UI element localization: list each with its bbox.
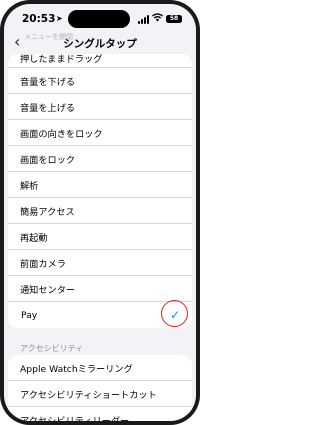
list-item[interactable]: Apple Watchミラーリング	[8, 355, 192, 381]
list-item-label: 画面をロック	[20, 154, 76, 166]
status-time: 20:53	[22, 13, 56, 25]
list-item-label: 通知センター	[20, 284, 76, 296]
list-item[interactable]: 音量を下げる	[8, 68, 192, 94]
navigation-bar: メニューを開閉 ‹ シングルタップ	[4, 32, 196, 54]
location-arrow-icon: ➤	[56, 14, 63, 23]
phone-frame: 20:53 ➤ 58 メニューを開閉 ‹ シングルタップ 押したままドラッグ 音…	[0, 0, 200, 425]
accessibility-list: Apple Watchミラーリング アクセシビリティショートカット アクセシビリ…	[8, 355, 192, 421]
list-item[interactable]: 押したままドラッグ	[8, 54, 192, 68]
list-item[interactable]: 再起動	[8, 224, 192, 250]
list-item[interactable]: 簡易アクセス	[8, 198, 192, 224]
list-item-label: Pay	[21, 309, 38, 321]
wifi-icon	[152, 13, 163, 25]
list-item-label: 解析	[20, 180, 39, 192]
battery-icon: 58	[166, 15, 182, 23]
list-item-apple-pay[interactable]: Pay ✓	[8, 300, 192, 328]
list-item-label: 画面の向きをロック	[20, 128, 103, 140]
cellular-signal-icon	[138, 14, 149, 24]
status-bar: 20:53 ➤ 58	[4, 4, 196, 32]
highlight-circle	[161, 300, 188, 327]
list-item-label: アクセシビリティリーダー	[20, 413, 129, 421]
section-header-accessibility: アクセシビリティ	[20, 344, 84, 353]
list-item[interactable]: アクセシビリティショートカット	[8, 381, 192, 407]
list-item-label: 音量を下げる	[20, 76, 76, 88]
list-item[interactable]: 解析	[8, 172, 192, 198]
screen: 20:53 ➤ 58 メニューを開閉 ‹ シングルタップ 押したままドラッグ 音…	[4, 4, 196, 421]
list-item-label: Apple Watchミラーリング	[20, 363, 133, 375]
status-icons: 58	[138, 13, 182, 25]
list-item-label: 簡易アクセス	[20, 206, 75, 218]
list-item[interactable]: 通知センター	[8, 276, 192, 302]
list-item-label: 押したままドラッグ	[20, 54, 103, 65]
page-title: シングルタップ	[63, 38, 137, 50]
list-item-label: 前面カメラ	[20, 258, 66, 270]
list-item[interactable]: 画面の向きをロック	[8, 120, 192, 146]
dynamic-island	[68, 10, 130, 28]
list-item-label: 音量を上げる	[20, 102, 76, 114]
list-item[interactable]: 音量を上げる	[8, 94, 192, 120]
list-item[interactable]: 前面カメラ	[8, 250, 192, 276]
list-item[interactable]: 画面をロック	[8, 146, 192, 172]
list-item[interactable]: アクセシビリティリーダー	[8, 407, 192, 421]
action-list: 押したままドラッグ 音量を下げる 音量を上げる 画面の向きをロック 画面をロック…	[8, 54, 192, 328]
list-item-label: アクセシビリティショートカット	[20, 389, 157, 401]
list-item-label: 再起動	[20, 232, 48, 244]
